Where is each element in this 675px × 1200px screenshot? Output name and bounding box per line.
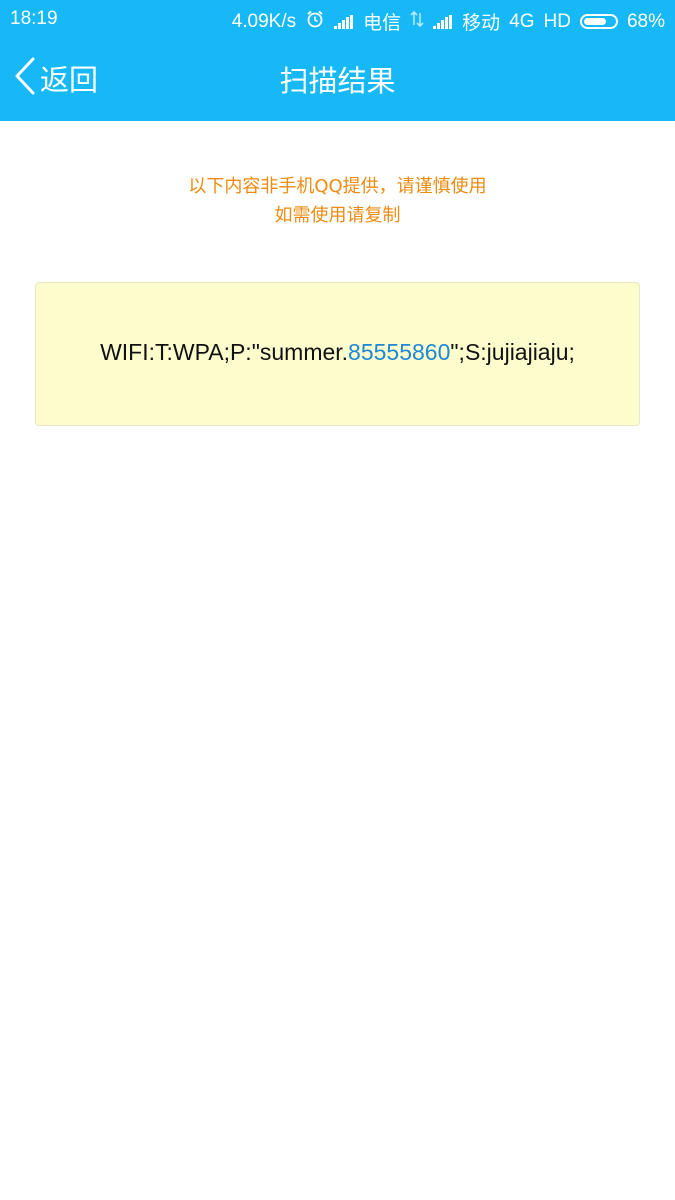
- result-text-before: WIFI:T:WPA;P:"summer.: [100, 339, 349, 365]
- hd-indicator: HD: [543, 10, 571, 32]
- notice-line-1: 以下内容非手机QQ提供，请谨慎使用: [188, 176, 487, 197]
- battery-level: 68%: [626, 10, 665, 32]
- page-title: 扫描结果: [279, 64, 396, 98]
- status-bar: 18:19 4.09K/s 电信 移动 4G HD 68%: [0, 0, 675, 38]
- network-type: 4G: [509, 10, 535, 32]
- notice-line-2: 如需使用请复制: [274, 205, 401, 226]
- net-speed: 4.09K/s: [231, 10, 297, 32]
- carrier-1: 电信: [363, 13, 402, 34]
- battery-icon: [579, 14, 618, 29]
- result-text[interactable]: WIFI:T:WPA;P:"summer.85555860";S:jujiaji…: [36, 339, 639, 366]
- alarm-icon: [305, 9, 325, 35]
- signal-icon: [433, 14, 453, 29]
- status-time: 18:19: [10, 8, 58, 29]
- warning-notice: 以下内容非手机QQ提供，请谨慎使用 如需使用请复制: [0, 172, 675, 230]
- nav-bar: 返回 扫描结果: [0, 38, 675, 121]
- result-text-after: ";S:jujiajiaju;: [450, 339, 575, 365]
- carrier-2: 移动: [462, 13, 501, 34]
- scan-result-screen: 18:19 4.09K/s 电信 移动 4G HD 68% 返回 扫描结果 以下…: [0, 0, 675, 1200]
- status-indicators: 4.09K/s 电信 移动 4G HD 68%: [232, 8, 665, 35]
- signal-icon: [334, 14, 354, 29]
- phone-number-link[interactable]: 85555860: [348, 339, 450, 365]
- data-transfer-icon: [410, 10, 424, 34]
- result-box[interactable]: WIFI:T:WPA;P:"summer.85555860";S:jujiaji…: [35, 282, 640, 426]
